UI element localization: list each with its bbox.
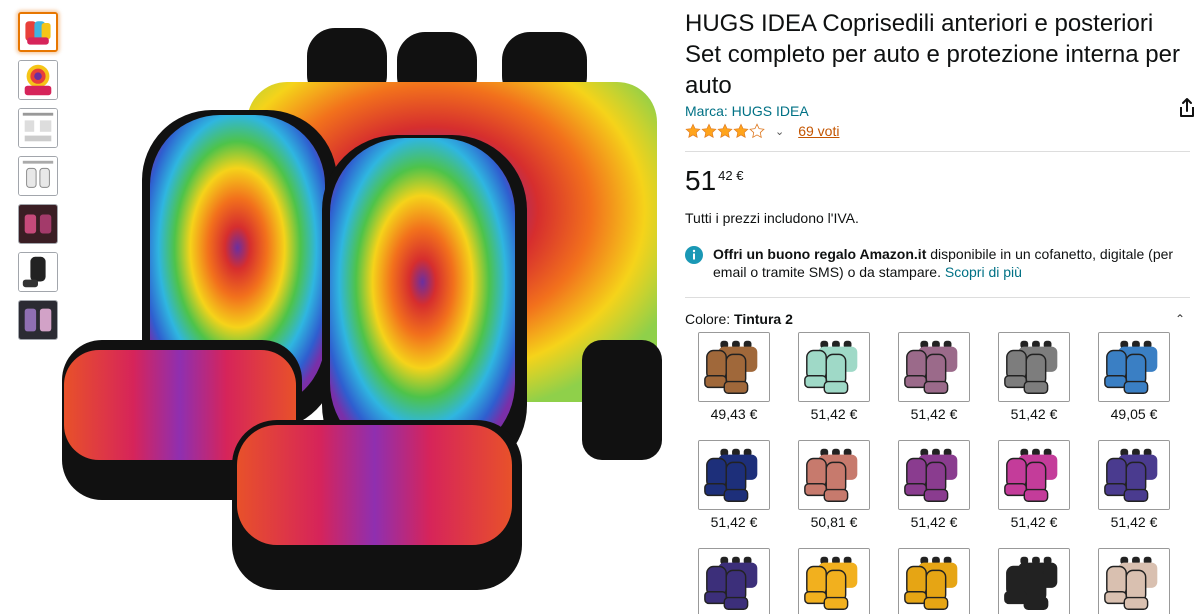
swatch-image	[1098, 548, 1170, 614]
color-swatch[interactable]: 51,42 €	[698, 440, 770, 530]
swatch-image	[898, 332, 970, 402]
swatch-image	[998, 440, 1070, 510]
color-swatch[interactable]: 51,42 €	[898, 332, 970, 422]
star-empty-icon	[749, 123, 765, 139]
swatch-image	[898, 440, 970, 510]
title-line-2: Set completo per auto e protezione inter…	[685, 41, 1180, 68]
learn-more-link[interactable]: Scopri di più	[945, 264, 1022, 280]
swatch-image	[698, 440, 770, 510]
star-icon	[717, 123, 733, 138]
gift-card-title: Offri un buono regalo Amazon.it	[713, 246, 927, 262]
swatch-price: 51,42 €	[1010, 514, 1058, 530]
swatch-price: 51,42 €	[710, 514, 758, 530]
swatch-image	[1098, 332, 1170, 402]
swatch-price: 50,81 €	[810, 514, 858, 530]
product-info: HUGS IDEA Coprisedili anteriori e poster…	[685, 8, 1190, 327]
brand-link[interactable]: Marca: HUGS IDEA	[685, 103, 1190, 119]
star-rating[interactable]	[685, 123, 765, 139]
price: 51 42 €	[685, 166, 1190, 196]
swatch-price: 51,42 €	[910, 406, 958, 422]
swatch-image	[698, 332, 770, 402]
swatch-image	[698, 548, 770, 614]
title-line-3: auto	[685, 72, 732, 99]
color-swatch[interactable]: 49,05 €	[1098, 332, 1170, 422]
swatch-image	[798, 440, 870, 510]
swatch-price: 49,43 €	[710, 406, 758, 422]
color-label: Colore: Tintura 2	[685, 311, 793, 327]
chevron-up-icon[interactable]: ⌃	[1175, 312, 1185, 326]
price-whole: 51	[685, 165, 717, 196]
gift-card-text: Offri un buono regalo Amazon.it disponib…	[713, 245, 1190, 281]
color-swatch[interactable]: 51,42 €	[998, 440, 1070, 530]
rating-row: ⌄ 69 voti	[685, 121, 1190, 141]
gift-card-promo: Offri un buono regalo Amazon.it disponib…	[685, 245, 1190, 281]
thumbnail-tie-dye-set[interactable]	[18, 12, 58, 52]
color-swatch[interactable]	[898, 548, 970, 614]
color-swatch[interactable]: 51,42 €	[798, 332, 870, 422]
thumbnail-compatibility-guide[interactable]	[18, 108, 58, 148]
chevron-down-icon[interactable]: ⌄	[775, 125, 784, 138]
share-icon[interactable]	[1176, 97, 1198, 119]
vat-note: Tutti i prezzi includono l'IVA.	[685, 210, 859, 226]
color-swatch[interactable]	[798, 548, 870, 614]
ratings-count-link[interactable]: 69 voti	[798, 123, 839, 139]
color-swatch[interactable]: 51,42 €	[1098, 440, 1170, 530]
main-product-image[interactable]	[62, 20, 662, 610]
color-swatch[interactable]: 49,43 €	[698, 332, 770, 422]
price-fraction: 42 €	[718, 168, 744, 183]
title-line-1: HUGS IDEA Coprisedili anteriori e poster…	[685, 10, 1154, 37]
color-label-text: Colore:	[685, 311, 735, 327]
swatch-image	[798, 332, 870, 402]
swatch-image	[1098, 440, 1170, 510]
thumbnail-tie-dye-swirl[interactable]	[18, 60, 58, 100]
product-title: HUGS IDEA Coprisedili anteriori e poster…	[685, 8, 1190, 101]
product-page: HUGS IDEA Coprisedili anteriori e poster…	[0, 0, 1200, 614]
selected-color-value: Tintura 2	[734, 311, 793, 327]
info-icon	[685, 246, 703, 264]
thumbnail-strip	[18, 12, 60, 348]
swatch-price: 51,42 €	[810, 406, 858, 422]
thumbnail-seat-diagram[interactable]	[18, 156, 58, 196]
star-icon	[733, 123, 749, 138]
color-swatch[interactable]: 50,81 €	[798, 440, 870, 530]
swatch-image	[998, 548, 1070, 614]
divider	[685, 297, 1190, 298]
swatch-image	[998, 332, 1070, 402]
color-swatch[interactable]	[1098, 548, 1170, 614]
star-icon	[701, 123, 717, 138]
color-swatch[interactable]	[998, 548, 1070, 614]
thumbnail-car-interior[interactable]	[18, 204, 58, 244]
swatch-price: 51,42 €	[1110, 514, 1158, 530]
color-swatch[interactable]: 51,42 €	[998, 332, 1070, 422]
swatch-price: 51,42 €	[910, 514, 958, 530]
color-swatch[interactable]	[698, 548, 770, 614]
divider	[685, 151, 1190, 152]
swatch-price: 51,42 €	[1010, 406, 1058, 422]
swatch-image	[898, 548, 970, 614]
swatch-price: 49,05 €	[1110, 406, 1158, 422]
star-icon	[685, 123, 701, 138]
thumbnail-interior-photo[interactable]	[18, 300, 58, 340]
color-swatch[interactable]: 51,42 €	[898, 440, 970, 530]
thumbnail-seat-cover-black[interactable]	[18, 252, 58, 292]
color-selector-header: Colore: Tintura 2 ⌃	[685, 311, 1190, 327]
swatch-image	[798, 548, 870, 614]
